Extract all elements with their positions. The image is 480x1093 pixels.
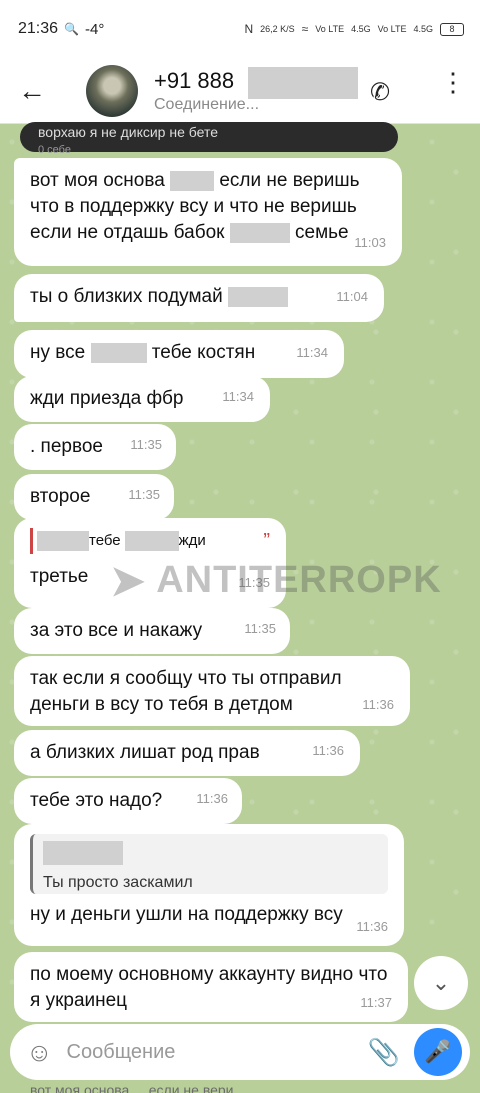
message-time: 11:36	[362, 697, 394, 712]
reply-block[interactable]: Ты просто заскамил	[30, 834, 388, 894]
message-text: семье	[295, 222, 349, 243]
quote-mark-icon: ”	[263, 530, 270, 552]
status-time: 21:36	[18, 20, 59, 37]
arrow-left-icon[interactable]: ←	[18, 75, 58, 107]
redacted-block	[248, 67, 358, 99]
preview-strip: вот моя основа ... если не вери...	[30, 1082, 246, 1093]
message-bubble: вот моя основа если не веришь что в подд…	[14, 158, 402, 266]
message-bubble: а близких лишат род прав 11:36	[14, 730, 360, 776]
redacted-block	[229, 222, 290, 243]
redacted-block	[90, 342, 147, 363]
message-bubble: ты о близких подумай 11:04	[14, 274, 384, 322]
message-time: 11:35	[130, 437, 162, 452]
net-speed: 26,2 K/S	[260, 24, 295, 34]
paper-plane-icon: ➤	[110, 557, 147, 604]
message-time: 11:04	[336, 289, 368, 304]
contact-name: +91 888	[154, 67, 235, 93]
message-bubble: тебе это надо? 11:36	[14, 778, 242, 824]
net-label-4: 4.5G	[413, 24, 433, 34]
chat-header: ← +91 888 Соединение...	[0, 58, 480, 124]
message-text: ну и деньги ушли на поддержку всу	[30, 904, 343, 925]
quote-text: жди	[178, 532, 206, 549]
search-icon: 🔍	[64, 22, 79, 36]
net-label-1: Vo LTE	[315, 24, 345, 34]
emoji-icon[interactable]: ☺	[26, 1037, 53, 1068]
message-time: 11:36	[312, 743, 344, 758]
message-bubble: второе 11:35	[14, 474, 174, 520]
message-text: . первое	[30, 436, 103, 457]
redacted-block	[37, 531, 89, 551]
message-bubble: по моему основному аккаунту видно что я …	[14, 952, 408, 1022]
message-time: 11:34	[296, 345, 328, 360]
message-input-bar: ☺ 📎 🎤	[10, 1024, 470, 1080]
message-text: так если я сообщу что ты отправил деньги…	[30, 668, 342, 715]
message-text: ну все	[30, 342, 86, 363]
battery-icon: 8	[440, 22, 464, 36]
message-bubble: ну все тебе костян 11:34	[14, 330, 344, 378]
microphone-button[interactable]: 🎤	[414, 1028, 462, 1076]
message-text: тебе костян	[151, 342, 256, 363]
message-time: 11:36	[356, 919, 388, 934]
message-bubble-cut: ворхаю я не диксир не бете 0 себе	[20, 122, 398, 156]
message-text: жди приезда фбр	[30, 388, 184, 409]
message-text: вот моя основа	[30, 170, 165, 191]
message-bubble: жди приезда фбр 11:34	[14, 376, 270, 422]
paperclip-icon[interactable]: 📎	[368, 1037, 400, 1068]
microphone-icon: 🎤	[424, 1039, 452, 1064]
redacted-block	[170, 170, 215, 191]
message-input[interactable]	[66, 1040, 347, 1064]
status-temp: -4°	[85, 20, 105, 38]
redacted-block	[227, 286, 288, 307]
message-time: 0 себе	[38, 144, 71, 156]
net-label-3: Vo LTE	[377, 24, 407, 34]
message-text: тебе это надо?	[30, 790, 163, 811]
reply-text: Ты просто заскамил	[43, 874, 193, 891]
nfc-icon: N	[244, 22, 254, 36]
wifi-icon: ≈	[301, 22, 309, 36]
redacted-block	[124, 531, 179, 551]
contact-status: Соединение...	[154, 95, 260, 113]
more-vertical-icon[interactable]: ⋮	[440, 69, 466, 95]
contact-info[interactable]: +91 888 Соединение...	[154, 68, 259, 114]
message-time: 11:36	[196, 791, 228, 806]
avatar[interactable]	[86, 64, 138, 117]
message-text: а близких лишат род прав	[30, 742, 260, 763]
scroll-down-button[interactable]: ⌄	[414, 956, 468, 1010]
message-text: ты о близких подумай	[30, 286, 223, 307]
redacted-block	[43, 840, 123, 865]
message-time: 11:35	[128, 487, 160, 502]
message-text: по моему основному аккаунту видно что я …	[30, 964, 388, 1011]
message-time: 11:35	[244, 621, 276, 636]
quote-block[interactable]: тебе жди ”	[30, 528, 270, 554]
message-bubble: за это все и накажу 11:35	[14, 608, 290, 654]
watermark-text: ANTITERROPK	[156, 559, 442, 601]
watermark: ➤ ANTITERROPK	[110, 556, 442, 605]
message-bubble: Ты просто заскамил ну и деньги ушли на п…	[14, 824, 404, 946]
message-bubble: . первое 11:35	[14, 424, 176, 470]
quote-text: тебе	[89, 532, 121, 549]
message-text: ворхаю я не диксир не бете	[38, 124, 218, 140]
message-text: второе	[30, 486, 91, 507]
chat-area[interactable]: ворхаю я не диксир не бете 0 себе вот мо…	[0, 122, 480, 1024]
message-time: 11:03	[354, 235, 386, 250]
message-bubble: так если я сообщу что ты отправил деньги…	[14, 656, 410, 726]
status-bar: 21:36 🔍 -4° N 26,2 K/S ≈ Vo LTE 4.5G Vo …	[0, 0, 480, 58]
chevron-down-icon: ⌄	[431, 970, 451, 995]
message-time: 11:34	[222, 389, 254, 404]
message-text: за это все и накажу	[30, 620, 203, 641]
phone-icon[interactable]: ✆	[370, 78, 390, 107]
message-time: 11:37	[360, 995, 392, 1010]
net-label-2: 4.5G	[351, 24, 371, 34]
